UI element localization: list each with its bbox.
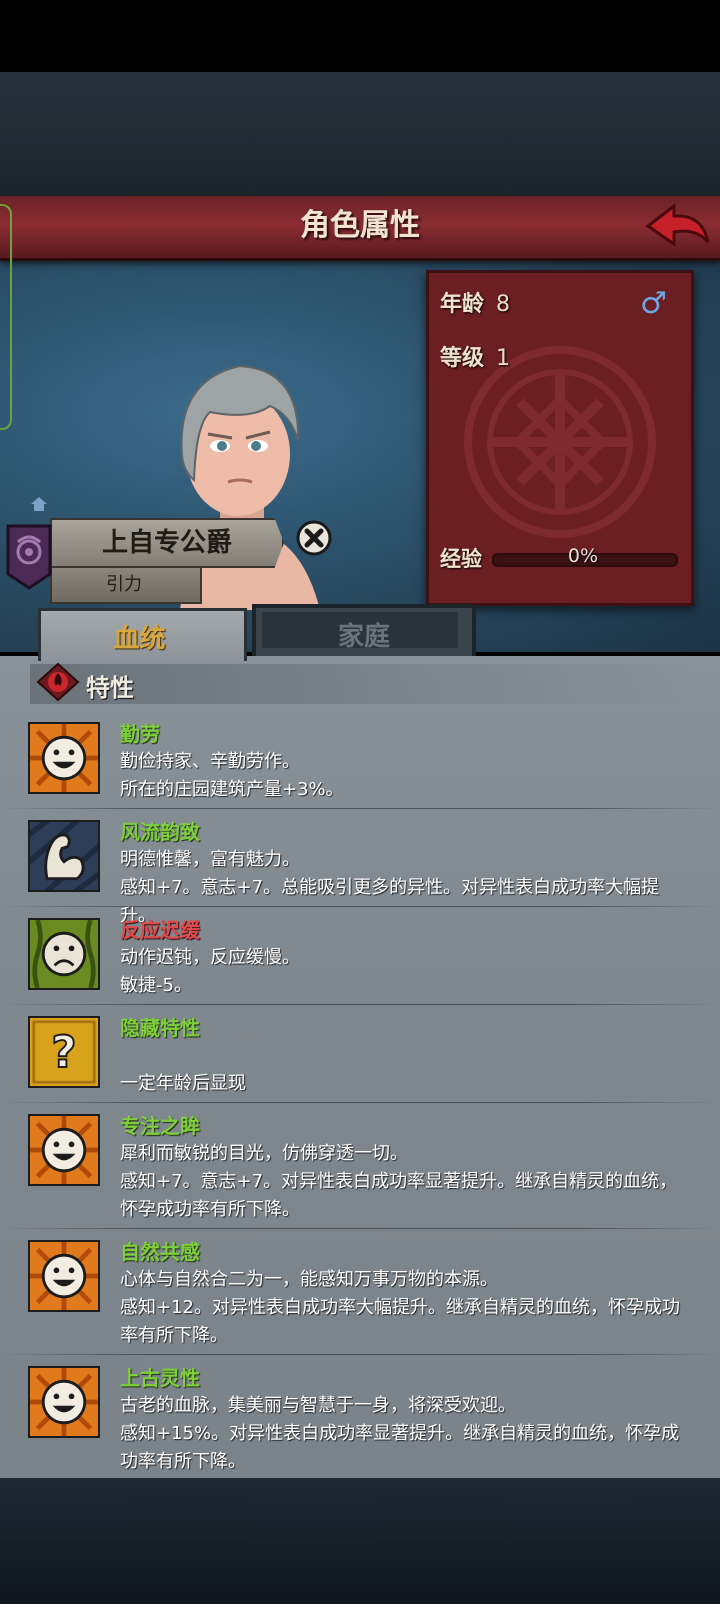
- trait-effect: 敏捷-5。: [120, 975, 192, 996]
- trait-description: 心体与自然合二为一，能感知万事万物的本源。 感知+12。对异性表白成功率大幅提升…: [120, 1266, 690, 1350]
- divider: [0, 808, 720, 809]
- back-button[interactable]: [644, 200, 714, 254]
- divider: [0, 1004, 720, 1005]
- age-label: 年龄: [440, 292, 485, 317]
- celtic-knot-emblem: [464, 346, 656, 538]
- smile-sun-icon: [28, 1366, 100, 1438]
- navigation-bar: [0, 1478, 720, 1604]
- trait-description: 一定年龄后显现: [120, 1042, 690, 1098]
- trait-description: 勤俭持家、辛勤劳作。 所在的庄园建筑产量+3%。: [120, 748, 690, 804]
- side-drawer-handle[interactable]: [0, 204, 12, 430]
- divider: [0, 1228, 720, 1229]
- level-label: 等级: [440, 346, 485, 371]
- smile-sun-icon: [28, 1240, 100, 1312]
- character-subtitle: 引力: [106, 574, 142, 595]
- back-arrow-icon: [645, 202, 710, 247]
- trait-effect: 一定年龄后显现: [120, 1073, 246, 1094]
- age-value: 8: [496, 292, 511, 317]
- trait-description: 动作迟钝，反应缓慢。 敏捷-5。: [120, 944, 690, 1000]
- divider: [0, 1102, 720, 1103]
- trait-name: 自然共感: [120, 1240, 200, 1264]
- trait-flavor: 犀利而敏锐的目光，仿佛穿透一切。: [120, 1143, 408, 1164]
- close-icon[interactable]: [296, 520, 332, 556]
- trait-name: 风流韵致: [120, 820, 200, 844]
- trait-flavor: 动作迟钝，反应缓慢。: [120, 947, 300, 968]
- status-bar: [0, 0, 720, 72]
- house-icon: [31, 497, 47, 511]
- section-title: 特性: [86, 674, 134, 702]
- trait-effect: 感知+7。意志+7。总能吸引更多的异性。对异性表白成功率大幅提升。: [120, 877, 660, 926]
- trait-name: 隐藏特性: [120, 1016, 200, 1040]
- top-background: [0, 72, 720, 196]
- level-stat: 等级 1: [440, 340, 510, 372]
- character-name: 上自专公爵: [101, 528, 232, 558]
- male-gender-icon: ♂: [640, 286, 667, 321]
- exp-percent: 0%: [567, 545, 599, 567]
- trait-flavor: 明德惟馨，富有魅力。: [120, 849, 300, 870]
- trait-flavor: [120, 1042, 690, 1070]
- trait-flavor: 古老的血脉，集美丽与智慧于一身，将深受欢迎。: [120, 1395, 516, 1416]
- trait-name: 反应迟缓: [120, 918, 200, 942]
- trait-name: 上古灵性: [120, 1366, 200, 1390]
- trait-effect: 所在的庄园建筑产量+3%。: [120, 779, 344, 800]
- divider: [0, 906, 720, 907]
- flame-diamond-icon: [36, 662, 80, 702]
- flexed-arm-icon: [28, 820, 100, 892]
- tab-bloodline-label: 血统: [113, 624, 166, 654]
- question-mark-icon: ?: [28, 1016, 100, 1088]
- trait-description: 古老的血脉，集美丽与智慧于一身，将深受欢迎。 感知+15%。对异性表白成功率显著…: [120, 1392, 690, 1476]
- trait-name: 勤劳: [120, 722, 160, 746]
- trait-flavor: 勤俭持家、辛勤劳作。: [120, 751, 300, 772]
- tab-family-label: 家庭: [337, 622, 390, 652]
- divider: [0, 1354, 720, 1355]
- trait-effect: 感知+7。意志+7。对异性表白成功率显著提升。继承自精灵的血统，怀孕成功率有所下…: [120, 1171, 678, 1220]
- trait-description: 明德惟馨，富有魅力。 感知+7。意志+7。总能吸引更多的异性。对异性表白成功率大…: [120, 846, 690, 930]
- page-title: 角色属性: [300, 208, 420, 243]
- trait-flavor: 心体与自然合二为一，能感知万事万物的本源。: [120, 1269, 498, 1290]
- trait-effect: 感知+12。对异性表白成功率大幅提升。继承自精灵的血统，怀孕成功率有所下降。: [120, 1297, 680, 1346]
- exp-label: 经验: [440, 547, 482, 571]
- title-banner: 角色属性: [0, 196, 720, 261]
- smile-sun-icon: [28, 1114, 100, 1186]
- sad-face-icon: [28, 918, 100, 990]
- family-crest-icon: [6, 524, 52, 590]
- trait-name: 专注之眸: [120, 1114, 200, 1138]
- svg-text:?: ?: [51, 1028, 76, 1078]
- age-stat: 年龄 8: [440, 286, 510, 318]
- trait-effect: 感知+15%。对异性表白成功率显著提升。继承自精灵的血统，怀孕成功率有所下降。: [120, 1423, 680, 1472]
- trait-description: 犀利而敏锐的目光，仿佛穿透一切。 感知+7。意志+7。对异性表白成功率显著提升。…: [120, 1140, 690, 1224]
- smile-sun-icon: [28, 722, 100, 794]
- level-value: 1: [496, 346, 511, 371]
